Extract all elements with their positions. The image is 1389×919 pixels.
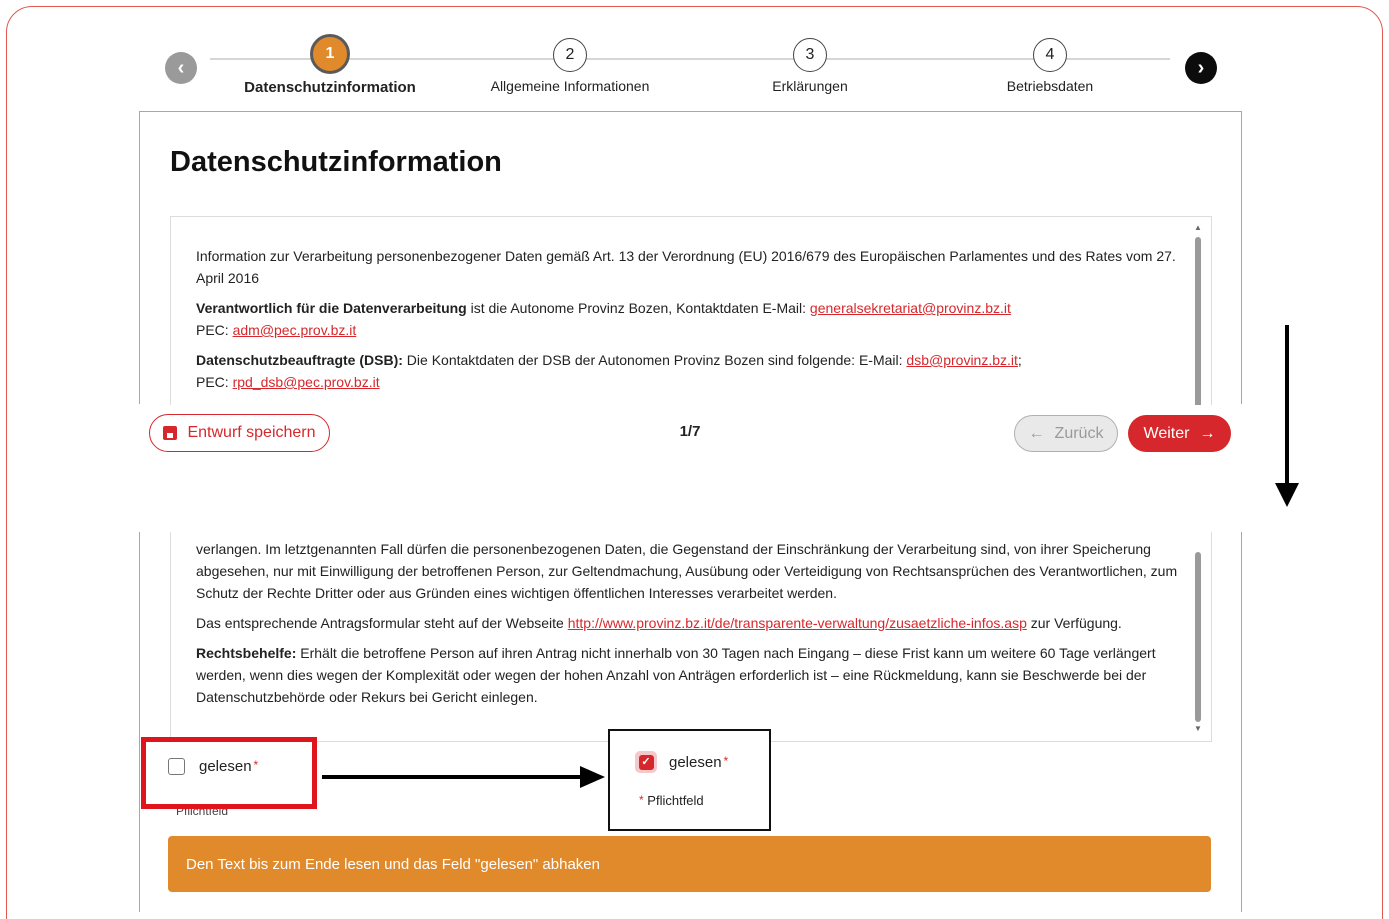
privacy-text: Information zur Verarbeitung personenbez…	[196, 245, 1181, 401]
scroll-thumb[interactable]	[1195, 552, 1201, 722]
dpo-text: Die Kontaktdaten der DSB der Autonomen P…	[402, 352, 907, 368]
form-link[interactable]: http://www.provinz.bz.it/de/transparente…	[568, 615, 1027, 631]
read-checkbox-checked-field[interactable]: ✓ gelesen *	[635, 751, 728, 773]
wizard-stepper: ‹ 1 Datenschutzinformation 2 Allgemeine …	[0, 0, 1389, 110]
save-draft-button[interactable]: Entwurf speichern	[149, 414, 330, 452]
save-draft-label: Entwurf speichern	[187, 424, 316, 441]
checkmark-icon: ✓	[638, 754, 654, 770]
next-step-icon[interactable]: ›	[1185, 52, 1217, 84]
remedy-paragraph: Rechtsbehelfe: Erhält die betroffene Per…	[196, 642, 1181, 708]
scroll-down-annotation-arrow	[1275, 325, 1299, 507]
scroll-up-icon[interactable]: ▲	[1194, 223, 1202, 232]
form-paragraph: Das entsprechende Antragsformular steht …	[196, 612, 1181, 634]
step-number: 4	[1033, 38, 1067, 72]
controller-heading: Verantwortlich für die Datenverarbeitung	[196, 300, 467, 316]
controller-pec-link[interactable]: adm@pec.prov.bz.it	[233, 322, 357, 338]
highlight-box	[141, 737, 317, 809]
privacy-text-box-scrolled[interactable]: verlangen. Im letztgenannten Fall dürfen…	[170, 532, 1212, 742]
intro-paragraph: Information zur Verarbeitung personenbez…	[196, 248, 1176, 286]
dpo-heading: Datenschutzbeauftragte (DSB):	[196, 352, 403, 368]
back-button[interactable]: ← Zurück	[1014, 415, 1118, 452]
step-label: Erklärungen	[772, 78, 848, 94]
annotation-arrow-right	[322, 766, 605, 788]
privacy-text-box[interactable]: Information zur Verarbeitung personenbez…	[170, 216, 1212, 405]
step-2[interactable]: 2 Allgemeine Informationen	[460, 38, 680, 94]
arrow-right-icon: →	[1199, 424, 1216, 442]
remedy-heading: Rechtsbehelfe:	[196, 645, 297, 661]
scroll-thumb[interactable]	[1195, 237, 1201, 405]
controller-email-link[interactable]: generalsekretariat@provinz.bz.it	[810, 300, 1011, 316]
next-button[interactable]: Weiter →	[1128, 415, 1231, 452]
save-icon	[163, 426, 178, 440]
dpo-paragraph: Datenschutzbeauftragte (DSB): Die Kontak…	[196, 349, 1181, 393]
pec-label: PEC:	[196, 322, 233, 338]
required-asterisk: *	[723, 753, 729, 768]
step-label: Betriebsdaten	[1006, 78, 1094, 94]
dpo-pec-link[interactable]: rpd_dsb@pec.prov.bz.it	[233, 374, 380, 390]
privacy-card: Datenschutzinformation Information zur V…	[139, 111, 1242, 405]
page-title: Datenschutzinformation	[170, 146, 502, 178]
next-label: Weiter	[1143, 424, 1190, 442]
step-label: Datenschutzinformation	[244, 79, 416, 96]
form-text: Das entsprechende Antragsformular steht …	[196, 615, 568, 631]
remedy-text: Erhält die betroffene Person auf ihren A…	[196, 645, 1156, 705]
scroll-down-icon[interactable]: ▼	[1194, 724, 1202, 733]
step-3[interactable]: 3 Erklärungen	[700, 38, 920, 94]
previous-step-icon[interactable]: ‹	[165, 52, 197, 84]
restriction-paragraph: verlangen. Im letztgenannten Fall dürfen…	[196, 541, 1178, 601]
checked-state-callout: ✓ gelesen * * Pflichtfeld	[608, 729, 771, 831]
scrollbar[interactable]: ▼	[1194, 552, 1202, 733]
controller-text: ist die Autonome Provinz Bozen, Kontaktd…	[466, 300, 810, 316]
required-note-checked: * Pflichtfeld	[639, 793, 704, 808]
read-checkbox-checked[interactable]: ✓	[635, 751, 657, 773]
form-text-end: zur Verfügung.	[1026, 615, 1122, 631]
dpo-separator: ;	[1017, 352, 1022, 368]
controller-paragraph: Verantwortlich für die Datenverarbeitung…	[196, 297, 1181, 341]
step-number: 1	[310, 34, 350, 74]
step-number: 2	[553, 38, 587, 72]
pec-label: PEC:	[196, 374, 233, 390]
back-label: Zurück	[1054, 424, 1104, 442]
step-4[interactable]: 4 Betriebsdaten	[940, 38, 1160, 94]
arrow-left-icon: ←	[1028, 424, 1045, 442]
dpo-email-link[interactable]: dsb@provinz.bz.it	[906, 352, 1017, 368]
warning-message: Den Text bis zum Ende lesen und das Feld…	[168, 836, 1211, 892]
privacy-text-end: verlangen. Im letztgenannten Fall dürfen…	[196, 538, 1181, 716]
read-checkbox-checked-label: gelesen *	[669, 753, 729, 771]
step-number: 3	[793, 38, 827, 72]
page-counter: 1/7	[679, 423, 701, 440]
step-1[interactable]: 1 Datenschutzinformation	[220, 34, 440, 96]
step-label: Allgemeine Informationen	[490, 78, 650, 94]
scrollbar[interactable]: ▲	[1194, 223, 1202, 405]
